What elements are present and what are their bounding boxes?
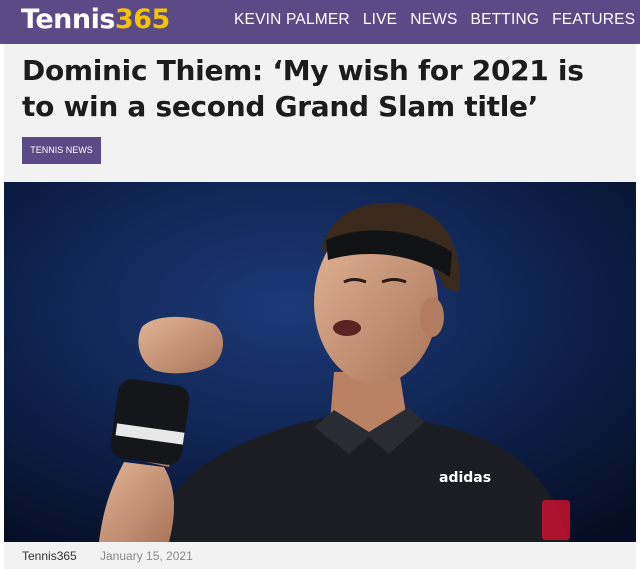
article-date: January 15, 2021: [100, 549, 193, 563]
nav-item-betting[interactable]: BETTING: [471, 11, 540, 29]
shirt-brand-logo: adidas: [439, 470, 491, 486]
nav-item-kevin-palmer[interactable]: KEVIN PALMER: [234, 11, 350, 29]
player-photo-illustration: adidas: [4, 182, 636, 542]
article-headline: Dominic Thiem: ‘My wish for 2021 is to w…: [22, 54, 584, 123]
article-photo: adidas: [4, 182, 636, 542]
logo-number: 365: [114, 4, 170, 35]
site-logo[interactable]: Tennis365: [21, 3, 170, 37]
nav-item-news[interactable]: NEWS: [410, 11, 457, 29]
nav-item-features[interactable]: FEATURES: [552, 11, 635, 29]
logo-text: Tennis: [21, 4, 115, 35]
nav-item-live[interactable]: LIVE: [363, 11, 397, 29]
site-header: Tennis365 KEVIN PALMER LIVE NEWS BETTING FEA…: [0, 0, 640, 44]
article-author[interactable]: Tennis365: [22, 549, 77, 563]
main-nav: KEVIN PALMER LIVE NEWS BETTING FEATURES: [234, 11, 640, 29]
category-tag[interactable]: TENNIS NEWS: [22, 137, 101, 164]
